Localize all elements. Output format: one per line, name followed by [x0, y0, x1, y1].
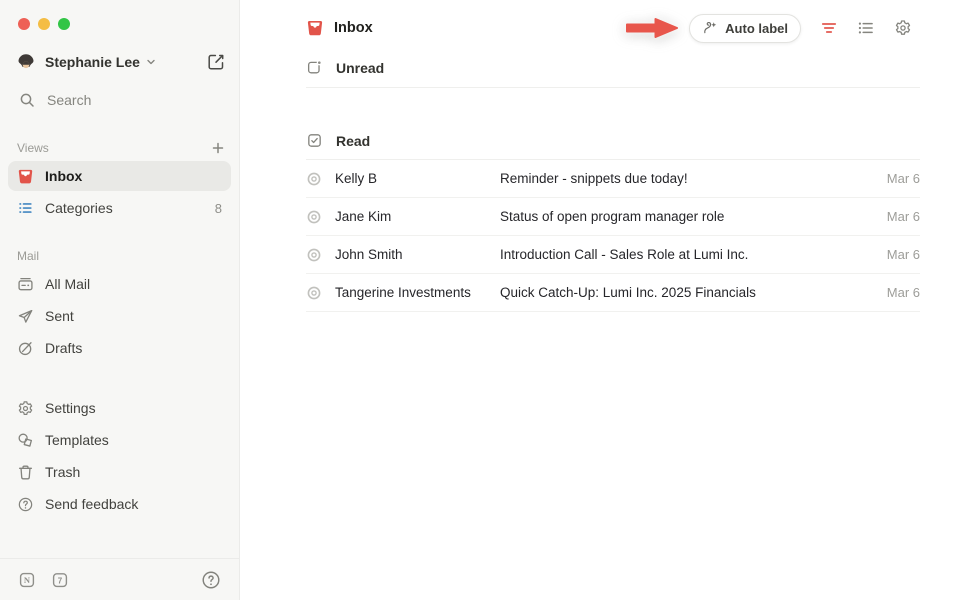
sidebar: Stephanie Lee Search Views [0, 0, 240, 600]
sidebar-footer: N 7 [0, 558, 239, 600]
auto-label-button[interactable]: Auto label [689, 14, 801, 43]
filter-icon[interactable] [820, 19, 838, 37]
read-ring-icon [306, 209, 322, 225]
read-ring-icon [306, 285, 322, 301]
email-row[interactable]: John Smith Introduction Call - Sales Rol… [306, 236, 920, 274]
email-sender: John Smith [335, 247, 500, 262]
section-label: Unread [336, 60, 384, 76]
question-circle-icon [17, 496, 34, 513]
svg-text:N: N [24, 575, 31, 585]
sidebar-item-send-feedback[interactable]: Send feedback [8, 489, 231, 519]
mail-section-label: Mail [17, 249, 39, 263]
email-date: Mar 6 [887, 285, 920, 300]
sidebar-item-label: Inbox [45, 168, 82, 184]
email-row[interactable]: Tangerine Investments Quick Catch-Up: Lu… [306, 274, 920, 312]
inbox-icon [306, 19, 324, 37]
auto-label-wand-icon [702, 20, 718, 36]
sidebar-item-label: Settings [45, 400, 96, 416]
email-sender: Jane Kim [335, 209, 500, 224]
sidebar-item-label: Trash [45, 464, 80, 480]
unread-empty-space [306, 88, 920, 122]
compose-icon[interactable] [207, 53, 225, 71]
sidebar-item-settings[interactable]: Settings [8, 393, 231, 423]
unread-section-header[interactable]: Unread [306, 48, 920, 88]
views-section-header: Views [17, 136, 225, 160]
svg-text:7: 7 [58, 576, 63, 585]
sidebar-item-label: Send feedback [45, 496, 138, 512]
auto-label-button-label: Auto label [725, 21, 788, 36]
page-title: Inbox [334, 20, 373, 36]
chevron-down-icon [146, 57, 156, 67]
calendar-icon[interactable]: 7 [51, 571, 69, 589]
gear-icon [17, 400, 34, 417]
list-view-icon[interactable] [857, 19, 875, 37]
notion-logo-icon[interactable]: N [18, 571, 36, 589]
sidebar-item-label: All Mail [45, 276, 90, 292]
minimize-window-button[interactable] [38, 18, 50, 30]
sidebar-item-sent[interactable]: Sent [8, 301, 231, 331]
categories-icon [17, 200, 34, 217]
close-window-button[interactable] [18, 18, 30, 30]
sidebar-item-trash[interactable]: Trash [8, 457, 231, 487]
sidebar-item-all-mail[interactable]: All Mail [8, 269, 231, 299]
email-date: Mar 6 [887, 247, 920, 262]
views-section-label: Views [17, 141, 49, 155]
red-arrow-annotation [623, 13, 681, 43]
email-subject: Status of open program manager role [500, 209, 887, 224]
search-placeholder: Search [47, 92, 91, 108]
sidebar-item-label: Sent [45, 308, 74, 324]
email-date: Mar 6 [887, 171, 920, 186]
search-input[interactable]: Search [16, 84, 225, 116]
window-controls [0, 0, 239, 30]
inbox-header: Inbox Auto label [306, 8, 912, 48]
email-row[interactable]: Jane Kim Status of open program manager … [306, 198, 920, 236]
account-switcher[interactable]: Stephanie Lee [16, 46, 225, 78]
all-mail-icon [17, 276, 34, 293]
email-subject: Introduction Call - Sales Role at Lumi I… [500, 247, 887, 262]
email-subject: Quick Catch-Up: Lumi Inc. 2025 Financial… [500, 285, 887, 300]
read-checkbox-icon [306, 132, 323, 149]
sidebar-item-drafts[interactable]: Drafts [8, 333, 231, 363]
search-icon [18, 91, 36, 109]
inbox-icon [17, 168, 34, 185]
email-date: Mar 6 [887, 209, 920, 224]
sent-icon [17, 308, 34, 325]
templates-icon [17, 432, 34, 449]
main-content: Inbox Auto label [240, 0, 960, 600]
zoom-window-button[interactable] [58, 18, 70, 30]
help-icon[interactable] [201, 570, 221, 590]
unread-icon [306, 59, 323, 76]
mail-section-header: Mail [17, 244, 225, 268]
section-label: Read [336, 133, 370, 149]
sidebar-item-inbox[interactable]: Inbox [8, 161, 231, 191]
add-view-icon[interactable] [211, 141, 225, 155]
settings-gear-icon[interactable] [894, 19, 912, 37]
drafts-icon [17, 340, 34, 357]
email-list: Unread Read Kelly B Reminder - snippets … [306, 48, 920, 312]
avatar [16, 52, 36, 72]
read-ring-icon [306, 171, 322, 187]
sidebar-item-label: Templates [45, 432, 109, 448]
read-section-header[interactable]: Read [306, 122, 920, 160]
trash-icon [17, 464, 34, 481]
email-row[interactable]: Kelly B Reminder - snippets due today! M… [306, 160, 920, 198]
read-ring-icon [306, 247, 322, 263]
categories-count-badge: 8 [215, 201, 222, 216]
sidebar-item-label: Categories [45, 200, 113, 216]
email-subject: Reminder - snippets due today! [500, 171, 887, 186]
profile-name: Stephanie Lee [45, 54, 140, 70]
email-sender: Tangerine Investments [335, 285, 500, 300]
email-sender: Kelly B [335, 171, 500, 186]
sidebar-item-templates[interactable]: Templates [8, 425, 231, 455]
sidebar-item-categories[interactable]: Categories 8 [8, 193, 231, 223]
sidebar-item-label: Drafts [45, 340, 82, 356]
